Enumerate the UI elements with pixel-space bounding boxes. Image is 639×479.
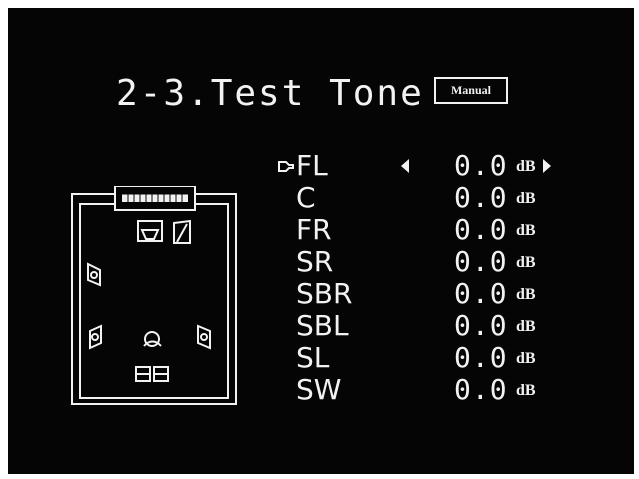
tv-screen-icon <box>114 186 196 211</box>
channel-name: C <box>296 181 316 214</box>
right-arrow-icon[interactable] <box>542 158 552 174</box>
channel-level-value[interactable]: 0.0 <box>454 150 508 182</box>
channel-level-value[interactable]: 0.0 <box>454 182 508 214</box>
channel-name: SR <box>296 245 334 278</box>
channel-level-unit: dB <box>516 254 536 271</box>
channel-row-sbr[interactable]: SBR 0.0 dB <box>278 278 578 310</box>
channel-name: SL <box>296 341 330 374</box>
channel-row-fr[interactable]: FR 0.0 dB <box>278 214 578 246</box>
speaker-layout-diagram <box>71 186 237 405</box>
listener-position-icon <box>143 331 162 347</box>
channel-name: SBR <box>296 277 353 310</box>
channel-row-fl[interactable]: FL 0.0 dB <box>278 150 578 182</box>
channel-level-unit: dB <box>516 286 536 303</box>
channel-level-value[interactable]: 0.0 <box>454 374 508 406</box>
channel-row-sl[interactable]: SL 0.0 dB <box>278 342 578 374</box>
rear-speakers-icon <box>135 366 169 382</box>
surround-left-speaker-icon <box>87 262 101 287</box>
left-arrow-icon[interactable] <box>400 158 410 174</box>
channel-row-sw[interactable]: SW 0.0 dB <box>278 374 578 406</box>
channel-level-value[interactable]: 0.0 <box>454 310 508 342</box>
test-tone-channel-list: FL 0.0 dB C 0.0 dB FR 0.0 dB SR 0.0 dB S… <box>278 150 578 435</box>
channel-row-c[interactable]: C 0.0 dB <box>278 182 578 214</box>
channel-level-unit: dB <box>516 382 536 399</box>
channel-name: SBL <box>296 309 349 342</box>
channel-level-unit: dB <box>516 190 536 207</box>
surround-back-left-speaker-icon <box>89 324 102 350</box>
channel-row-sr[interactable]: SR 0.0 dB <box>278 246 578 278</box>
channel-level-value[interactable]: 0.0 <box>454 342 508 374</box>
surround-back-right-speaker-icon <box>197 324 211 350</box>
channel-row-sbl[interactable]: SBL 0.0 dB <box>278 310 578 342</box>
channel-level-unit: dB <box>516 222 536 239</box>
channel-name: FR <box>296 213 332 246</box>
channel-name: FL <box>296 149 328 182</box>
channel-level-unit: dB <box>516 318 536 335</box>
front-right-speaker-icon <box>173 219 191 244</box>
channel-level-unit: dB <box>516 158 536 175</box>
channel-level-value[interactable]: 0.0 <box>454 214 508 246</box>
channel-name: SW <box>296 373 342 406</box>
pointer-hand-icon <box>278 161 294 172</box>
channel-level-unit: dB <box>516 350 536 367</box>
page-title: 2-3.Test Tone <box>116 73 424 114</box>
test-tone-screen: 2-3.Test Tone Manual FL 0.0 dB C 0.0 dB … <box>8 8 634 474</box>
channel-level-value[interactable]: 0.0 <box>454 278 508 310</box>
channel-level-value[interactable]: 0.0 <box>454 246 508 278</box>
center-speaker-icon <box>137 220 163 242</box>
manual-mode-badge[interactable]: Manual <box>434 77 508 104</box>
